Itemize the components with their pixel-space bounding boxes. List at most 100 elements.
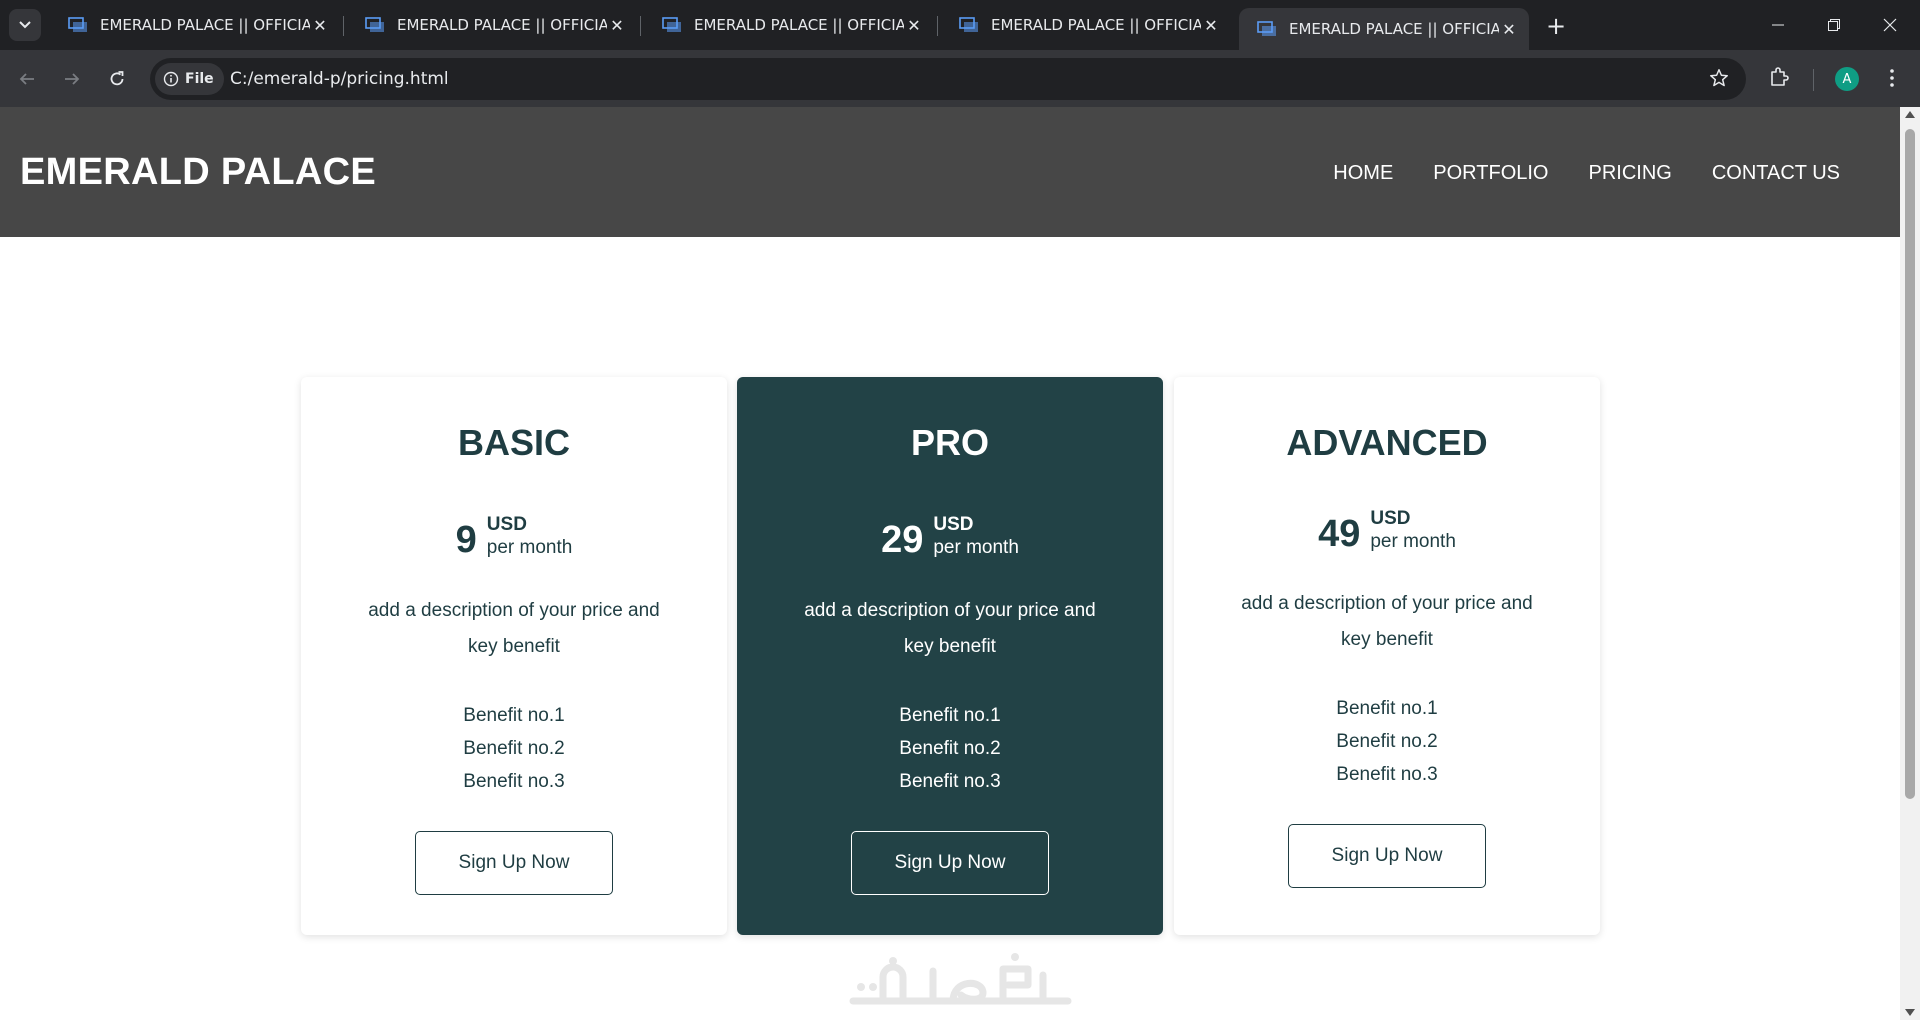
close-icon[interactable]: ✕ [1499,19,1519,39]
plan-name: ADVANCED [1286,422,1488,463]
khamsat-watermark-logo [849,953,1072,1005]
tab-divider [937,16,938,36]
plan-price: 9 [455,519,477,561]
tab-search-icon [19,21,31,29]
kebab-menu-icon[interactable] [1880,66,1904,90]
benefit-item: Benefit no.2 [1336,731,1438,752]
browser-tab-1[interactable]: EMERALD PALACE || OFFICIAL ✕ [50,8,340,42]
scheme-label: File [185,71,214,87]
address-bar[interactable]: File C:/emerald-p/pricing.html [150,58,1746,100]
plus-icon[interactable]: + [1543,12,1569,40]
back-button[interactable] [14,66,40,92]
scroll-up-arrow-icon[interactable] [1905,111,1915,118]
site-favicon-icon [1257,21,1276,36]
tab-title: EMERALD PALACE || OFFICIAL [694,16,904,34]
info-icon [163,71,179,87]
profile-avatar[interactable]: A [1835,67,1859,91]
scrollbar-thumb[interactable] [1905,129,1915,799]
toolbar-divider [1813,69,1814,91]
tab-title: EMERALD PALACE || OFFICIAL [1289,20,1499,38]
restore-button[interactable] [1806,0,1862,50]
benefit-list: Benefit no.1 Benefit no.2 Benefit no.3 [301,699,727,798]
sign-up-button-pro[interactable]: Sign Up Now [851,831,1049,895]
star-icon[interactable] [1708,67,1730,89]
window-close-icon [1883,18,1897,32]
close-icon[interactable]: ✕ [904,15,924,35]
plan-period: per month [486,537,573,558]
tab-title: EMERALD PALACE || OFFICIAL [991,16,1201,34]
price-meta: USD per month [933,514,1019,560]
close-icon[interactable]: ✕ [607,15,627,35]
page-viewport: EMERALD PALACE HOME PORTFOLIO PRICING CO… [0,107,1900,1020]
site-header: EMERALD PALACE HOME PORTFOLIO PRICING CO… [0,107,1900,237]
nav-link-home[interactable]: HOME [1333,162,1393,185]
reload-button[interactable] [104,66,130,92]
nav-link-pricing[interactable]: PRICING [1589,162,1672,185]
site-favicon-icon [662,17,681,32]
tab-divider [640,16,641,36]
benefit-item: Benefit no.1 [1336,698,1438,719]
benefit-item: Benefit no.3 [463,771,565,792]
site-nav: HOME PORTFOLIO PRICING CONTACT US [1333,162,1840,185]
tab-divider [343,16,344,36]
benefit-item: Benefit no.3 [899,771,1001,792]
forward-arrow-icon [65,73,80,85]
benefit-list: Benefit no.1 Benefit no.2 Benefit no.3 [1174,692,1600,791]
plan-description: add a description of your price and key … [804,600,1096,657]
plan-currency: USD [933,514,974,535]
plan-currency: USD [486,514,527,535]
restore-icon [1828,19,1840,31]
browser-tab-bar: EMERALD PALACE || OFFICIAL ✕ EMERALD PAL… [0,0,1920,50]
close-icon[interactable]: ✕ [310,15,330,35]
minimize-icon [1772,24,1784,26]
plan-currency: USD [1370,508,1411,529]
benefit-item: Benefit no.1 [899,705,1001,726]
site-favicon-icon [365,17,384,32]
nav-link-portfolio[interactable]: PORTFOLIO [1433,162,1548,185]
site-brand-logo[interactable]: EMERALD PALACE [20,151,376,194]
price-row: 49 USD per month [1174,508,1600,554]
browser-tab-4[interactable]: EMERALD PALACE || OFFICIAL ✕ [941,8,1231,42]
plan-name: BASIC [457,422,570,463]
pricing-card-advanced: ADVANCED 49 USD per month add a descript… [1174,377,1600,935]
price-row: 9 USD per month [301,514,727,560]
plan-price: 49 [1318,513,1361,555]
benefit-item: Benefit no.2 [899,738,1001,759]
browser-tab-2[interactable]: EMERALD PALACE || OFFICIAL ✕ [347,8,637,42]
pricing-card-basic: BASIC 9 USD per month add a description … [301,377,727,935]
site-info-chip[interactable]: File [155,63,224,95]
price-meta: USD per month [487,514,573,560]
pricing-card-pro: PRO 29 USD per month add a description o… [737,377,1163,935]
minimize-button[interactable] [1750,0,1806,50]
tab-search-button[interactable] [9,9,41,41]
plan-description: add a description of your price and key … [1241,593,1533,650]
browser-tab-3[interactable]: EMERALD PALACE || OFFICIAL ✕ [644,8,934,42]
reload-icon [110,71,124,86]
page-scrollbar[interactable] [1900,107,1920,1020]
sign-up-button-advanced[interactable]: Sign Up Now [1288,824,1486,888]
nav-link-contact-us[interactable]: CONTACT US [1712,162,1840,185]
browser-toolbar: File C:/emerald-p/pricing.html A [0,50,1920,107]
benefit-item: Benefit no.1 [463,705,565,726]
window-close-button[interactable] [1862,0,1918,50]
plan-name: PRO [910,422,989,463]
plan-period: per month [1370,531,1456,552]
site-favicon-icon [68,17,87,32]
benefit-list: Benefit no.1 Benefit no.2 Benefit no.3 [737,699,1163,798]
forward-button[interactable] [59,66,85,92]
close-icon[interactable]: ✕ [1201,15,1221,35]
price-meta: USD per month [1370,508,1456,554]
plan-period: per month [933,537,1019,558]
scroll-down-arrow-icon[interactable] [1905,1009,1915,1016]
plan-description: add a description of your price and key … [368,600,660,657]
tab-title: EMERALD PALACE || OFFICIAL [397,16,607,34]
site-favicon-icon [959,17,978,32]
tab-title: EMERALD PALACE || OFFICIAL [100,16,310,34]
browser-tab-5-active[interactable]: EMERALD PALACE || OFFICIAL ✕ [1239,8,1529,50]
price-row: 29 USD per month [737,514,1163,560]
sign-up-button-basic[interactable]: Sign Up Now [415,831,613,895]
url-text[interactable]: C:/emerald-p/pricing.html [230,69,449,89]
benefit-item: Benefit no.3 [1336,764,1438,785]
extensions-icon[interactable] [1767,65,1791,89]
back-arrow-icon [19,73,34,85]
